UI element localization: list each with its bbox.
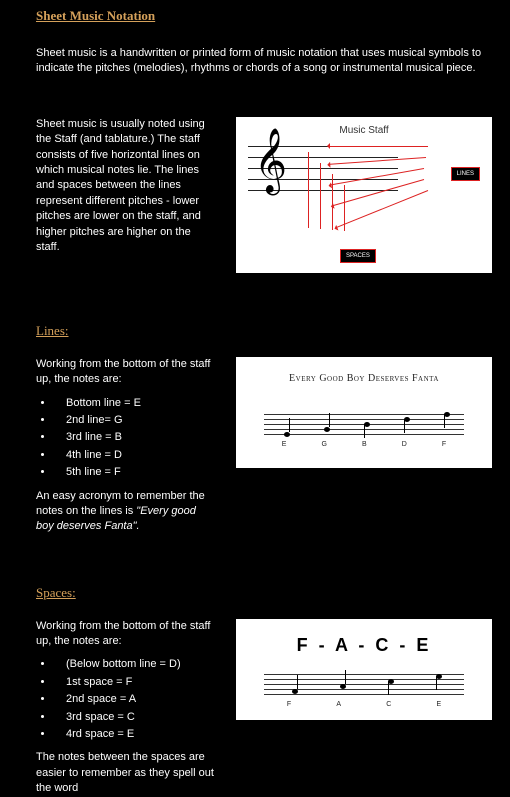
list-item: 3rd line = B <box>54 430 216 445</box>
staff-description: Sheet music is usually noted using the S… <box>36 117 216 256</box>
treble-clef-icon: 𝄞 <box>254 132 287 188</box>
egbdf-title: Every Good Boy Deserves Fanta <box>248 373 480 384</box>
staff-figure: Music Staff 𝄞 LINES S <box>236 117 492 273</box>
list-item: 2nd line= G <box>54 413 216 428</box>
list-item: 4rd space = E <box>54 727 216 742</box>
egbdf-figure: Every Good Boy Deserves Fanta EGBDF <box>236 357 492 468</box>
list-item: (Below bottom line = D) <box>54 657 216 672</box>
face-figure: F - A - C - E FACE <box>236 619 492 720</box>
list-item: 3rd space = C <box>54 710 216 725</box>
lines-intro: Working from the bottom of the staff up,… <box>36 357 216 388</box>
intro-text: Sheet music is a handwritten or printed … <box>36 46 492 77</box>
list-item: 1st space = F <box>54 675 216 690</box>
page-title: Sheet Music Notation <box>36 8 492 24</box>
spaces-heading: Spaces: <box>36 585 492 601</box>
list-item: 5th line = F <box>54 465 216 480</box>
section-staff: Sheet music is usually noted using the S… <box>36 117 492 273</box>
face-legend: FACE <box>264 701 464 708</box>
list-item: Bottom line = E <box>54 396 216 411</box>
list-item: 2nd space = A <box>54 692 216 707</box>
lines-tag: LINES <box>451 167 480 181</box>
spaces-note: The notes between the spaces are easier … <box>36 750 216 796</box>
spaces-intro: Working from the bottom of the staff up,… <box>36 619 216 650</box>
egbdf-legend: EGBDF <box>264 441 464 448</box>
spaces-tag: SPACES <box>340 249 376 263</box>
section-lines: Lines: Working from the bottom of the st… <box>36 323 492 535</box>
face-title: F - A - C - E <box>248 635 480 656</box>
spaces-list: (Below bottom line = D) 1st space = F 2n… <box>36 657 216 742</box>
lines-mnemonic: An easy acronym to remember the notes on… <box>36 489 216 535</box>
lines-heading: Lines: <box>36 323 492 339</box>
lines-list: Bottom line = E 2nd line= G 3rd line = B… <box>36 396 216 481</box>
list-item: 4th line = D <box>54 448 216 463</box>
section-spaces: Spaces: Working from the bottom of the s… <box>36 585 492 797</box>
